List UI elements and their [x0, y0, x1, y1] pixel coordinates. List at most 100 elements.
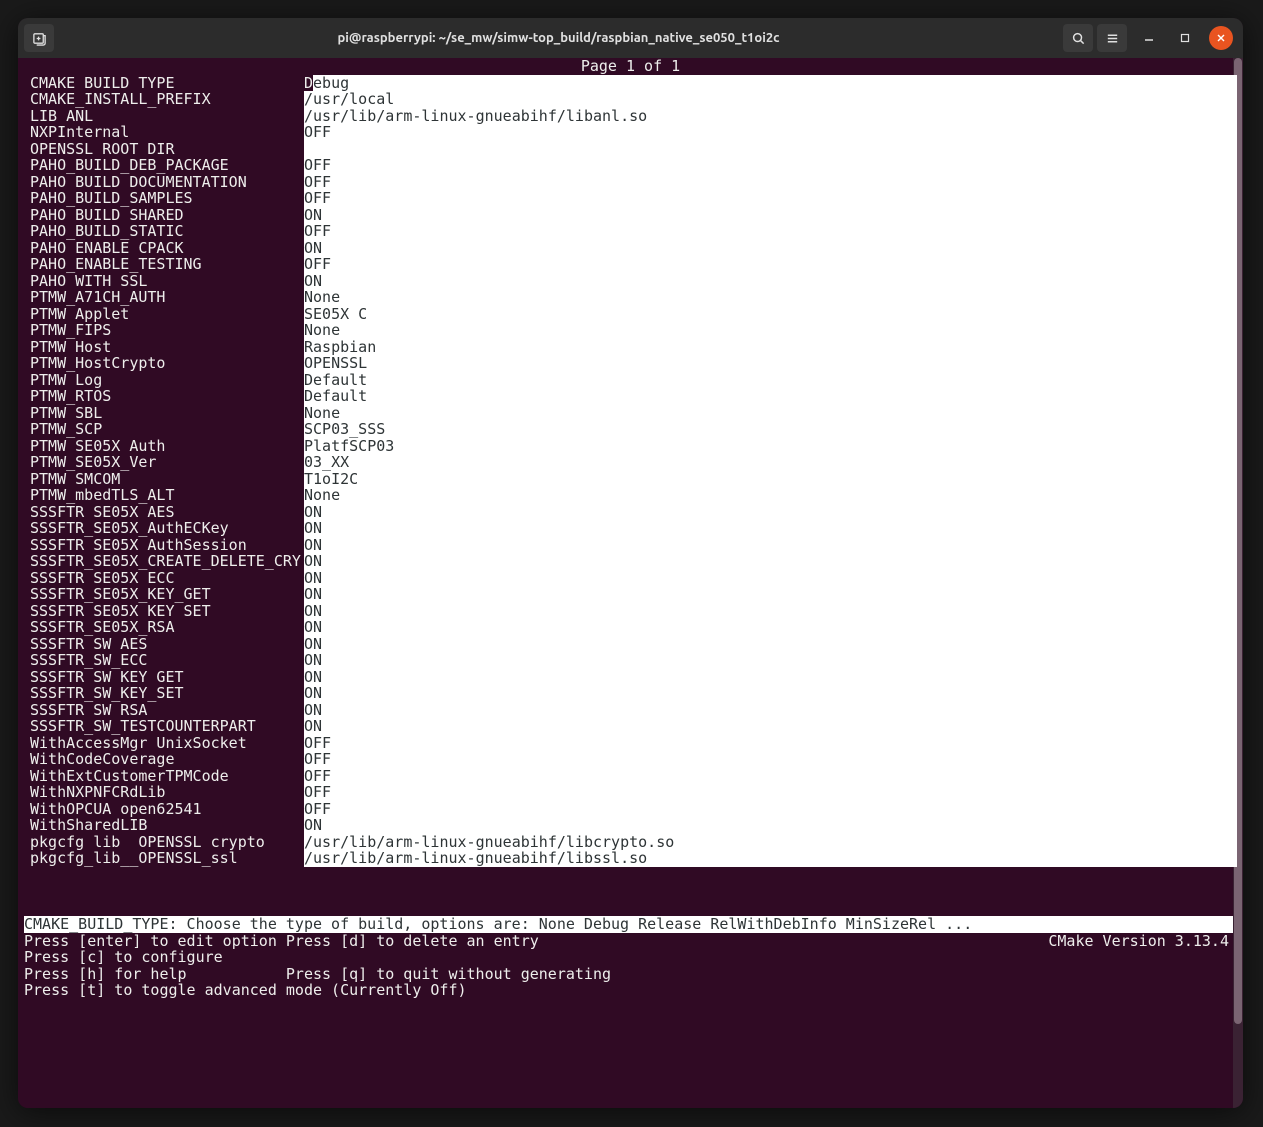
- menu-button[interactable]: [1097, 24, 1127, 52]
- config-value[interactable]: Raspbian: [304, 339, 1237, 356]
- config-value[interactable]: OFF: [304, 124, 1237, 141]
- config-value[interactable]: ON: [304, 504, 1237, 521]
- config-row[interactable]: PAHO_BUILD_STATICOFF: [24, 223, 1237, 240]
- config-value[interactable]: /usr/lib/arm-linux-gnueabihf/libanl.so: [304, 108, 1237, 125]
- config-row[interactable]: PTMW_HostRaspbian: [24, 339, 1237, 356]
- config-value[interactable]: /usr/lib/arm-linux-gnueabihf/libssl.so: [304, 850, 1237, 867]
- config-row[interactable]: PTMW_HostCryptoOPENSSL: [24, 355, 1237, 372]
- search-button[interactable]: [1063, 24, 1093, 52]
- config-value[interactable]: ON: [304, 207, 1237, 224]
- config-value[interactable]: 03_XX: [304, 454, 1237, 471]
- config-row[interactable]: PTMW_mbedTLS_ALTNone: [24, 487, 1237, 504]
- config-row[interactable]: PAHO_ENABLE_CPACKON: [24, 240, 1237, 257]
- config-row[interactable]: WithAccessMgr_UnixSocketOFF: [24, 735, 1237, 752]
- config-row[interactable]: PTMW_RTOSDefault: [24, 388, 1237, 405]
- config-row[interactable]: WithExtCustomerTPMCodeOFF: [24, 768, 1237, 785]
- config-row[interactable]: OPENSSL_ROOT_DIR: [24, 141, 1237, 158]
- config-row[interactable]: SSSFTR_SW_KEY_GETON: [24, 669, 1237, 686]
- config-row[interactable]: SSSFTR_SW_KEY_SETON: [24, 685, 1237, 702]
- config-row[interactable]: pkgcfg_lib__OPENSSL_crypto/usr/lib/arm-l…: [24, 834, 1237, 851]
- config-row[interactable]: NXPInternalOFF: [24, 124, 1237, 141]
- config-value[interactable]: ON: [304, 669, 1237, 686]
- config-value[interactable]: Default: [304, 388, 1237, 405]
- config-value[interactable]: /usr/local: [304, 91, 1237, 108]
- config-value[interactable]: ON: [304, 636, 1237, 653]
- config-value[interactable]: OPENSSL: [304, 355, 1237, 372]
- config-value[interactable]: ON: [304, 537, 1237, 554]
- minimize-button[interactable]: [1137, 26, 1161, 50]
- config-row[interactable]: PTMW_A71CH_AUTHNone: [24, 289, 1237, 306]
- config-row[interactable]: SSSFTR_SW_RSAON: [24, 702, 1237, 719]
- close-button[interactable]: [1209, 26, 1233, 50]
- config-row[interactable]: PAHO_BUILD_SHAREDON: [24, 207, 1237, 224]
- config-value[interactable]: OFF: [304, 174, 1237, 191]
- config-value[interactable]: ON: [304, 603, 1237, 620]
- config-row[interactable]: SSSFTR_SW_ECCON: [24, 652, 1237, 669]
- config-value[interactable]: None: [304, 405, 1237, 422]
- config-value[interactable]: None: [304, 487, 1237, 504]
- config-row[interactable]: SSSFTR_SE05X_CREATE_DELETE_CRYON: [24, 553, 1237, 570]
- config-row[interactable]: PTMW_LogDefault: [24, 372, 1237, 389]
- config-value[interactable]: ON: [304, 553, 1237, 570]
- config-value[interactable]: ON: [304, 685, 1237, 702]
- config-value[interactable]: OFF: [304, 784, 1237, 801]
- config-row[interactable]: PAHO_ENABLE_TESTINGOFF: [24, 256, 1237, 273]
- config-value[interactable]: ON: [304, 619, 1237, 636]
- config-value[interactable]: OFF: [304, 190, 1237, 207]
- config-value[interactable]: ON: [304, 718, 1237, 735]
- config-row[interactable]: WithNXPNFCRdLibOFF: [24, 784, 1237, 801]
- config-value[interactable]: /usr/lib/arm-linux-gnueabihf/libcrypto.s…: [304, 834, 1237, 851]
- config-row[interactable]: SSSFTR_SE05X_KEY_SETON: [24, 603, 1237, 620]
- config-row[interactable]: SSSFTR_SW_AESON: [24, 636, 1237, 653]
- config-value[interactable]: OFF: [304, 256, 1237, 273]
- config-row[interactable]: PTMW_SBLNone: [24, 405, 1237, 422]
- config-row[interactable]: PAHO_WITH_SSLON: [24, 273, 1237, 290]
- config-list[interactable]: CMAKE_BUILD_TYPEDebugCMAKE_INSTALL_PREFI…: [24, 75, 1237, 867]
- config-row[interactable]: WithSharedLIBON: [24, 817, 1237, 834]
- maximize-button[interactable]: [1173, 26, 1197, 50]
- config-row[interactable]: SSSFTR_SE05X_KEY_GETON: [24, 586, 1237, 603]
- config-row[interactable]: PAHO_BUILD_DOCUMENTATIONOFF: [24, 174, 1237, 191]
- config-value[interactable]: ON: [304, 586, 1237, 603]
- config-value[interactable]: ON: [304, 652, 1237, 669]
- new-tab-button[interactable]: [24, 24, 54, 52]
- config-value[interactable]: Debug: [304, 75, 1237, 92]
- config-row[interactable]: PTMW_SCPSCP03_SSS: [24, 421, 1237, 438]
- config-value[interactable]: OFF: [304, 751, 1237, 768]
- config-row[interactable]: CMAKE_INSTALL_PREFIX/usr/local: [24, 91, 1237, 108]
- config-value[interactable]: [304, 141, 1237, 158]
- config-value[interactable]: None: [304, 322, 1237, 339]
- config-value[interactable]: ON: [304, 570, 1237, 587]
- config-row[interactable]: SSSFTR_SE05X_AuthSessionON: [24, 537, 1237, 554]
- config-value[interactable]: ON: [304, 273, 1237, 290]
- config-row[interactable]: SSSFTR_SW_TESTCOUNTERPARTON: [24, 718, 1237, 735]
- config-value[interactable]: OFF: [304, 735, 1237, 752]
- config-value[interactable]: SE05X_C: [304, 306, 1237, 323]
- config-value[interactable]: PlatfSCP03: [304, 438, 1237, 455]
- config-value[interactable]: OFF: [304, 223, 1237, 240]
- config-row[interactable]: WithCodeCoverageOFF: [24, 751, 1237, 768]
- config-row[interactable]: pkgcfg_lib__OPENSSL_ssl/usr/lib/arm-linu…: [24, 850, 1237, 867]
- config-row[interactable]: PTMW_SMCOMT1oI2C: [24, 471, 1237, 488]
- config-value[interactable]: OFF: [304, 157, 1237, 174]
- config-row[interactable]: SSSFTR_SE05X_ECCON: [24, 570, 1237, 587]
- config-row[interactable]: PTMW_AppletSE05X_C: [24, 306, 1237, 323]
- config-row[interactable]: PTMW_SE05X_AuthPlatfSCP03: [24, 438, 1237, 455]
- config-row[interactable]: LIB_ANL/usr/lib/arm-linux-gnueabihf/liba…: [24, 108, 1237, 125]
- config-row[interactable]: SSSFTR_SE05X_AESON: [24, 504, 1237, 521]
- config-row[interactable]: PAHO_BUILD_SAMPLESOFF: [24, 190, 1237, 207]
- config-row[interactable]: PTMW_SE05X_Ver03_XX: [24, 454, 1237, 471]
- config-value[interactable]: OFF: [304, 801, 1237, 818]
- config-value[interactable]: ON: [304, 702, 1237, 719]
- config-row[interactable]: PTMW_FIPSNone: [24, 322, 1237, 339]
- config-row[interactable]: SSSFTR_SE05X_RSAON: [24, 619, 1237, 636]
- config-row[interactable]: PAHO_BUILD_DEB_PACKAGEOFF: [24, 157, 1237, 174]
- config-value[interactable]: OFF: [304, 768, 1237, 785]
- config-value[interactable]: ON: [304, 520, 1237, 537]
- config-value[interactable]: ON: [304, 240, 1237, 257]
- terminal-body[interactable]: Page 1 of 1 CMAKE_BUILD_TYPEDebugCMAKE_I…: [18, 58, 1243, 1108]
- config-row[interactable]: SSSFTR_SE05X_AuthECKeyON: [24, 520, 1237, 537]
- config-row[interactable]: CMAKE_BUILD_TYPEDebug: [24, 75, 1237, 92]
- config-value[interactable]: Default: [304, 372, 1237, 389]
- config-value[interactable]: None: [304, 289, 1237, 306]
